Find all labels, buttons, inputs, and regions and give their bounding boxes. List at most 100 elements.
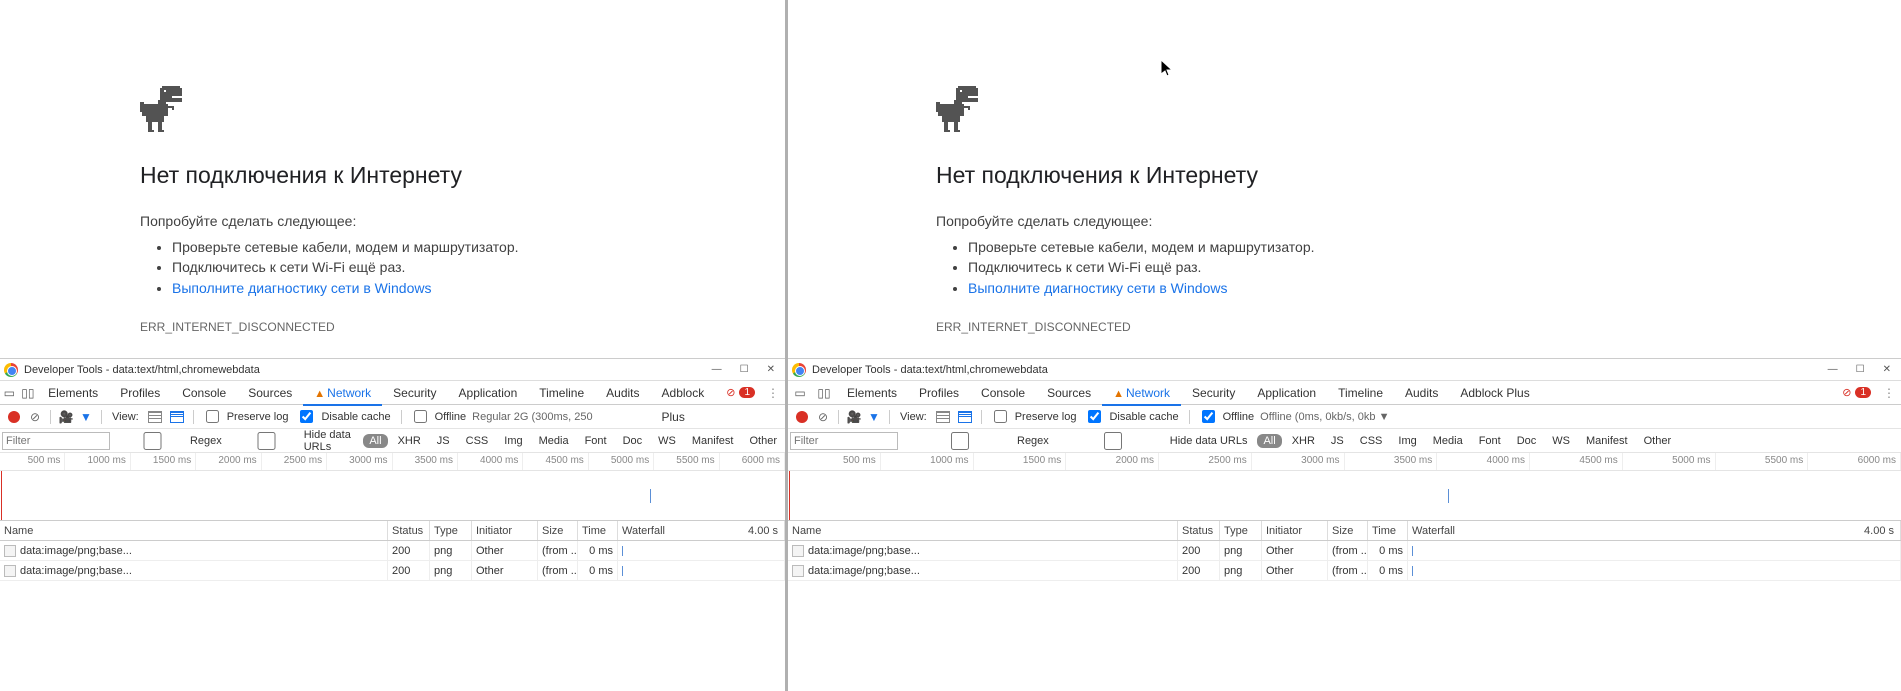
- timeline-axis[interactable]: 500 ms1000 ms1500 ms2000 ms2500 ms3000 m…: [788, 453, 1901, 471]
- col-initiator[interactable]: Initiator: [1262, 521, 1328, 540]
- close-button[interactable]: ✕: [1883, 364, 1891, 375]
- inspect-icon[interactable]: ▭: [788, 381, 812, 405]
- hide-urls-label[interactable]: Hide data URLs: [304, 429, 354, 453]
- disable-cache-checkbox[interactable]: [1088, 410, 1101, 423]
- preserve-log-label[interactable]: Preserve log: [227, 411, 289, 423]
- minimize-button[interactable]: —: [1828, 364, 1838, 375]
- network-table-header[interactable]: Name Status Type Initiator Size Time Wat…: [0, 521, 785, 541]
- diagnostics-link[interactable]: Выполните диагностику сети в Windows: [968, 280, 1227, 296]
- filter-xhr[interactable]: XHR: [1286, 434, 1321, 448]
- regex-checkbox[interactable]: [118, 432, 187, 450]
- col-status[interactable]: Status: [388, 521, 430, 540]
- network-table-header[interactable]: Name Status Type Initiator Size Time Wat…: [788, 521, 1901, 541]
- close-button[interactable]: ✕: [767, 364, 775, 375]
- filter-all[interactable]: All: [363, 434, 387, 448]
- tab-adblock[interactable]: Adblock Plus: [1449, 381, 1540, 405]
- tab-security[interactable]: Security: [382, 381, 447, 405]
- tab-profiles[interactable]: Profiles: [908, 381, 970, 405]
- disable-cache-label[interactable]: Disable cache: [321, 411, 390, 423]
- col-size[interactable]: Size: [538, 521, 578, 540]
- tab-elements[interactable]: Elements: [836, 381, 908, 405]
- large-rows-icon[interactable]: [148, 411, 162, 423]
- tab-sources[interactable]: Sources: [237, 381, 303, 405]
- minimize-button[interactable]: —: [712, 364, 722, 375]
- col-name[interactable]: Name: [0, 521, 388, 540]
- capture-icon[interactable]: 🎥: [845, 410, 863, 424]
- tab-sources[interactable]: Sources: [1036, 381, 1102, 405]
- tab-console[interactable]: Console: [970, 381, 1036, 405]
- filter-css[interactable]: CSS: [460, 434, 495, 448]
- filter-input[interactable]: [790, 432, 898, 450]
- error-icon[interactable]: ⊘: [1842, 386, 1851, 399]
- col-name[interactable]: Name: [788, 521, 1178, 540]
- error-icon[interactable]: ⊘: [726, 386, 735, 399]
- more-icon[interactable]: ⋮: [761, 386, 785, 400]
- capture-icon[interactable]: 🎥: [57, 410, 75, 424]
- regex-label[interactable]: Regex: [190, 435, 222, 447]
- table-row[interactable]: data:image/png;base... 200pngOther(from …: [788, 561, 1901, 581]
- large-rows-icon[interactable]: [936, 411, 950, 423]
- devtools-titlebar[interactable]: Developer Tools - data:text/html,chromew…: [788, 359, 1901, 381]
- filter-img[interactable]: Img: [1392, 434, 1422, 448]
- small-rows-icon[interactable]: [958, 411, 972, 423]
- hide-urls-checkbox[interactable]: [1059, 432, 1167, 450]
- col-initiator[interactable]: Initiator: [472, 521, 538, 540]
- record-button[interactable]: [8, 411, 20, 423]
- hide-urls-label[interactable]: Hide data URLs: [1170, 435, 1248, 447]
- table-row[interactable]: data:image/png;base... 200pngOther(from …: [0, 541, 785, 561]
- filter-doc[interactable]: Doc: [1511, 434, 1543, 448]
- filter-icon[interactable]: ▼: [77, 410, 95, 424]
- tab-elements[interactable]: Elements: [37, 381, 109, 405]
- filter-css[interactable]: CSS: [1354, 434, 1389, 448]
- filter-js[interactable]: JS: [1325, 434, 1350, 448]
- filter-font[interactable]: Font: [1473, 434, 1507, 448]
- clear-icon[interactable]: ⊘: [814, 410, 832, 424]
- filter-manifest[interactable]: Manifest: [1580, 434, 1634, 448]
- filter-js[interactable]: JS: [431, 434, 456, 448]
- preserve-log-label[interactable]: Preserve log: [1015, 411, 1077, 423]
- tab-profiles[interactable]: Profiles: [109, 381, 171, 405]
- regex-checkbox[interactable]: [906, 432, 1014, 450]
- filter-doc[interactable]: Doc: [617, 434, 649, 448]
- maximize-button[interactable]: ☐: [1856, 364, 1865, 375]
- tab-adblock[interactable]: Adblock Plus: [651, 381, 727, 405]
- throttling-select[interactable]: Regular 2G (300ms, 250: [472, 411, 592, 423]
- filter-xhr[interactable]: XHR: [392, 434, 427, 448]
- col-waterfall[interactable]: Waterfall4.00 s: [1408, 521, 1901, 540]
- tab-timeline[interactable]: Timeline: [1327, 381, 1394, 405]
- col-time[interactable]: Time: [1368, 521, 1408, 540]
- inspect-icon[interactable]: ▭: [0, 381, 19, 405]
- offline-checkbox[interactable]: [1202, 410, 1215, 423]
- filter-other[interactable]: Other: [1638, 434, 1678, 448]
- waterfall-overview[interactable]: [0, 471, 785, 521]
- offline-label[interactable]: Offline: [435, 411, 467, 423]
- filter-ws[interactable]: WS: [652, 434, 682, 448]
- preserve-log-checkbox[interactable]: [206, 410, 219, 423]
- error-count[interactable]: 1: [739, 387, 755, 398]
- timeline-axis[interactable]: 500 ms1000 ms1500 ms2000 ms2500 ms3000 m…: [0, 453, 785, 471]
- col-size[interactable]: Size: [1328, 521, 1368, 540]
- more-icon[interactable]: ⋮: [1877, 386, 1901, 400]
- waterfall-overview[interactable]: [788, 471, 1901, 521]
- preserve-log-checkbox[interactable]: [994, 410, 1007, 423]
- filter-other[interactable]: Other: [743, 434, 783, 448]
- tab-network[interactable]: ▲Network: [303, 381, 382, 405]
- devtools-titlebar[interactable]: Developer Tools - data:text/html,chromew…: [0, 359, 785, 381]
- throttling-select[interactable]: Offline (0ms, 0kb/s, 0kb ▼: [1260, 411, 1389, 423]
- filter-manifest[interactable]: Manifest: [686, 434, 740, 448]
- col-type[interactable]: Type: [1220, 521, 1262, 540]
- filter-ws[interactable]: WS: [1546, 434, 1576, 448]
- diagnostics-link[interactable]: Выполните диагностику сети в Windows: [172, 280, 431, 296]
- device-mode-icon[interactable]: ▯▯: [812, 381, 836, 405]
- offline-label[interactable]: Offline: [1223, 411, 1255, 423]
- tab-audits[interactable]: Audits: [1394, 381, 1449, 405]
- col-type[interactable]: Type: [430, 521, 472, 540]
- filter-img[interactable]: Img: [498, 434, 528, 448]
- tab-network[interactable]: ▲Network: [1102, 381, 1181, 405]
- disable-cache-checkbox[interactable]: [300, 410, 313, 423]
- col-status[interactable]: Status: [1178, 521, 1220, 540]
- filter-all[interactable]: All: [1257, 434, 1281, 448]
- disable-cache-label[interactable]: Disable cache: [1109, 411, 1178, 423]
- offline-checkbox[interactable]: [414, 410, 427, 423]
- hide-urls-checkbox[interactable]: [232, 432, 301, 450]
